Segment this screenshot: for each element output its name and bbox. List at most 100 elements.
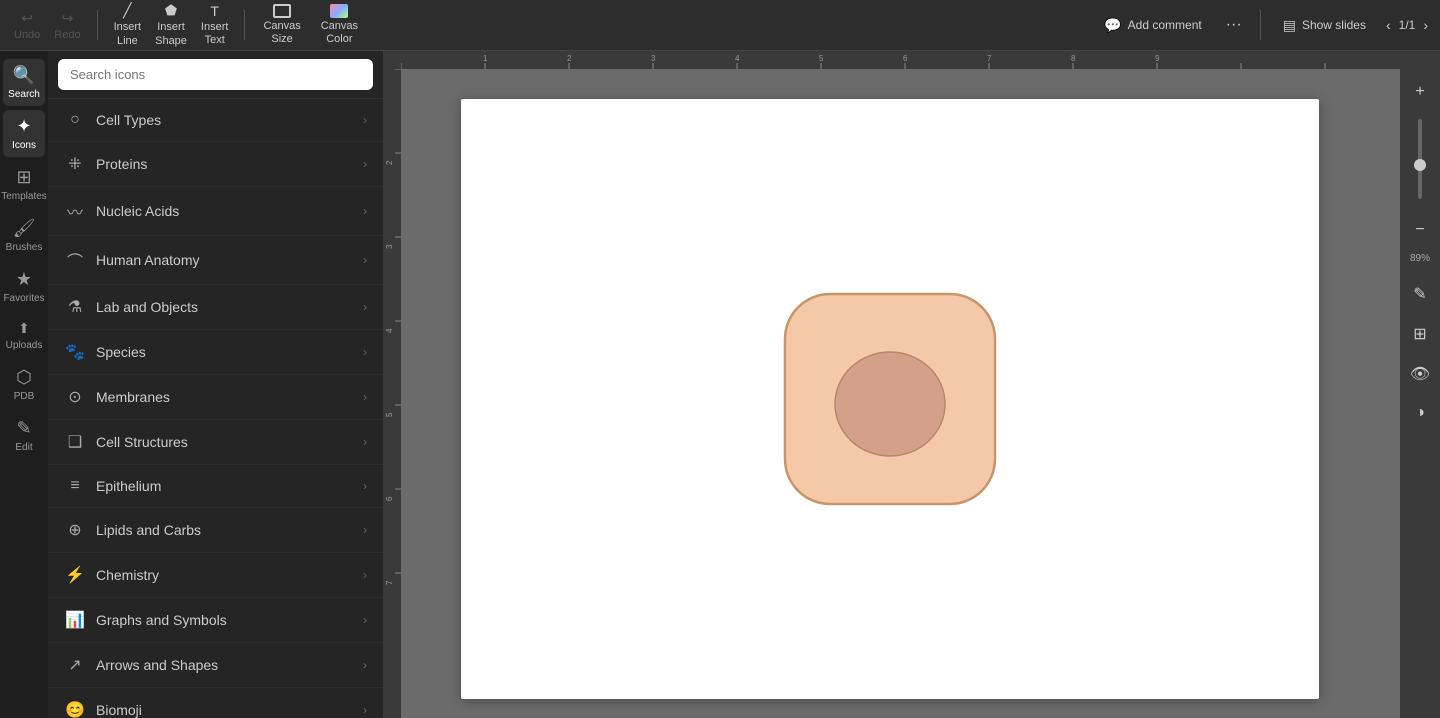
svg-text:9: 9: [1155, 54, 1160, 63]
more-label: ···: [1226, 16, 1242, 33]
category-item-arrows-and-shapes[interactable]: ↗ Arrows and Shapes ›: [48, 643, 383, 688]
svg-text:3: 3: [651, 54, 656, 63]
category-item-lab-and-objects[interactable]: ⚗ Lab and Objects ›: [48, 285, 383, 330]
category-item-lipids-and-carbs[interactable]: ⊕ Lipids and Carbs ›: [48, 508, 383, 553]
category-chevron-graphs-and-symbols: ›: [363, 613, 367, 627]
brushes-nav-icon: 🖌: [13, 218, 36, 239]
category-icon-membranes: ⊙: [64, 387, 86, 407]
zoom-slider[interactable]: [1418, 119, 1422, 199]
toolbar: ↩ Undo ↪ Redo ╱ Insert Line ⬟ Insert Sha…: [0, 0, 1440, 51]
sidebar-item-edit[interactable]: ✎ Edit: [3, 412, 45, 459]
svg-text:6: 6: [385, 496, 394, 501]
sidebar-item-icons[interactable]: ✦ Icons: [3, 110, 45, 157]
category-label-biomoji: Biomoji: [96, 702, 353, 718]
zoom-percent-label: 89%: [1410, 253, 1430, 264]
category-chevron-chemistry: ›: [363, 568, 367, 582]
pdb-nav-icon: ⬡: [16, 367, 32, 388]
category-item-chemistry[interactable]: ⚡ Chemistry ›: [48, 553, 383, 598]
insert-text-button[interactable]: T Insert Text: [195, 0, 235, 51]
category-icon-biomoji: 😊: [64, 700, 86, 718]
show-slides-label: Show slides: [1302, 18, 1366, 32]
category-item-graphs-and-symbols[interactable]: 📊 Graphs and Symbols ›: [48, 598, 383, 643]
category-item-human-anatomy[interactable]: ⌒ Human Anatomy ›: [48, 236, 383, 285]
next-slide-button[interactable]: ›: [1419, 13, 1432, 37]
svg-text:4: 4: [385, 328, 394, 333]
sidebar-item-pdb[interactable]: ⬡ PDB: [3, 361, 45, 408]
category-item-species[interactable]: 🐾 Species ›: [48, 330, 383, 375]
svg-text:5: 5: [385, 412, 394, 417]
canvas-size-button[interactable]: Canvas Size: [255, 0, 308, 50]
sidebar-item-search[interactable]: 🔍 Search: [3, 59, 45, 106]
category-item-membranes[interactable]: ⊙ Membranes ›: [48, 375, 383, 420]
prev-slide-button[interactable]: ‹: [1382, 13, 1395, 37]
favorites-nav-label: Favorites: [3, 293, 44, 304]
category-item-nucleic-acids[interactable]: 〰 Nucleic Acids ›: [48, 187, 383, 236]
redo-button[interactable]: ↪ Redo: [48, 6, 86, 45]
svg-text:2: 2: [385, 160, 394, 165]
sidebar-item-uploads[interactable]: ⬆ Uploads: [3, 314, 45, 357]
slide-counter: 1/1: [1399, 18, 1416, 32]
templates-nav-icon: ⊞: [16, 167, 31, 188]
view-tool-button[interactable]: 👁: [1400, 356, 1440, 392]
category-icon-species: 🐾: [64, 342, 86, 362]
category-label-arrows-and-shapes: Arrows and Shapes: [96, 657, 353, 673]
insert-shape-label: Insert Shape: [155, 21, 187, 47]
category-label-chemistry: Chemistry: [96, 567, 353, 583]
insert-text-icon: T: [210, 3, 219, 19]
svg-text:7: 7: [385, 580, 394, 585]
zoom-out-button[interactable]: −: [1400, 215, 1440, 245]
svg-text:1: 1: [483, 54, 488, 63]
category-icon-chemistry: ⚡: [64, 565, 86, 585]
zoom-in-button[interactable]: +: [1400, 77, 1440, 107]
category-chevron-species: ›: [363, 345, 367, 359]
search-nav-label: Search: [8, 89, 40, 100]
separator-2: [244, 10, 245, 40]
insert-shape-icon: ⬟: [165, 2, 177, 19]
category-item-epithelium[interactable]: ≡ Epithelium ›: [48, 465, 383, 508]
uploads-nav-icon: ⬆: [18, 320, 30, 337]
category-item-proteins[interactable]: ⁜ Proteins ›: [48, 142, 383, 187]
canvas-size-icon: [273, 4, 291, 18]
horizontal-ruler: 1 2 3 4 5 6 7 8 9: [401, 51, 1440, 69]
sidebar-item-brushes[interactable]: 🖌 Brushes: [3, 212, 45, 259]
more-options-button[interactable]: ···: [1218, 10, 1250, 40]
category-icon-human-anatomy: ⌒: [64, 248, 86, 272]
show-slides-button[interactable]: ▤ Show slides: [1271, 11, 1378, 40]
separator-1: [97, 10, 98, 40]
canvas-viewport[interactable]: [401, 69, 1400, 718]
edit-tool-button[interactable]: ✎: [1400, 276, 1440, 312]
category-item-biomoji[interactable]: 😊 Biomoji ›: [48, 688, 383, 718]
undo-label: Undo: [14, 29, 40, 41]
edit-nav-icon: ✎: [16, 418, 31, 439]
left-nav: 🔍 Search ✦ Icons ⊞ Templates 🖌 Brushes ★…: [0, 51, 48, 718]
svg-text:8: 8: [1071, 54, 1076, 63]
svg-text:6: 6: [903, 54, 908, 63]
category-icon-graphs-and-symbols: 📊: [64, 610, 86, 630]
comment-icon: 💬: [1104, 17, 1121, 34]
canvas-color-swatch: [330, 4, 348, 18]
contrast-tool-button[interactable]: ◑: [1400, 396, 1440, 430]
search-input[interactable]: [58, 59, 373, 90]
canvas-color-button[interactable]: Canvas Color: [313, 0, 366, 50]
category-chevron-membranes: ›: [363, 390, 367, 404]
category-item-cell-structures[interactable]: ❑ Cell Structures ›: [48, 420, 383, 465]
slides-icon: ▤: [1283, 17, 1296, 34]
grid-tool-button[interactable]: ⊞: [1400, 316, 1440, 352]
brushes-nav-label: Brushes: [6, 242, 43, 253]
category-chevron-human-anatomy: ›: [363, 253, 367, 267]
icons-nav-icon: ✦: [16, 116, 31, 137]
undo-button[interactable]: ↩ Undo: [8, 6, 46, 45]
insert-shape-button[interactable]: ⬟ Insert Shape: [149, 0, 193, 52]
slide-canvas[interactable]: [461, 99, 1319, 699]
ruler-corner: [383, 51, 401, 69]
category-label-species: Species: [96, 344, 353, 360]
add-comment-button[interactable]: 💬 Add comment: [1092, 11, 1213, 40]
insert-line-button[interactable]: ╱ Insert Line: [108, 0, 148, 52]
sidebar-item-templates[interactable]: ⊞ Templates: [3, 161, 45, 208]
zoom-slider-container: [1418, 111, 1422, 211]
cell-illustration: [775, 284, 1005, 514]
favorites-nav-icon: ★: [16, 269, 32, 290]
category-item-cell-types[interactable]: ○ Cell Types ›: [48, 99, 383, 142]
svg-text:2: 2: [567, 54, 572, 63]
sidebar-item-favorites[interactable]: ★ Favorites: [3, 263, 45, 310]
